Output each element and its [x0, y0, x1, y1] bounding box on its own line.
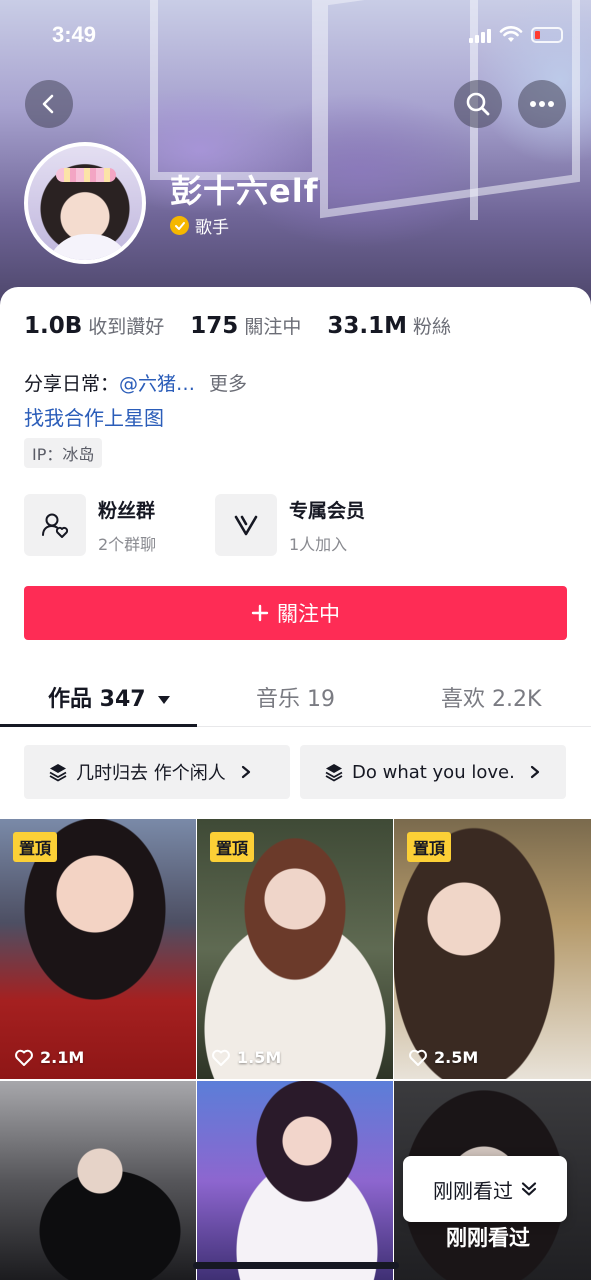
- verified-title-row: 歌手: [170, 213, 229, 238]
- search-button[interactable]: [454, 80, 502, 128]
- tab-likes[interactable]: 喜欢 2.2K: [441, 681, 541, 713]
- heart-outline-icon: [15, 1049, 33, 1066]
- fan-group-icon: [24, 494, 86, 556]
- plus-icon: [251, 604, 269, 622]
- following-count[interactable]: 175: [190, 313, 238, 339]
- pinned-badge: 置頂: [13, 832, 58, 862]
- collection-chip[interactable]: Do what you love.: [300, 745, 566, 799]
- profile-bio: 分享日常：@六猪… 更多: [24, 369, 247, 396]
- video-thumbnail[interactable]: 置頂 2.5M: [394, 819, 591, 1079]
- tab-music[interactable]: 音乐 19: [256, 681, 335, 713]
- video-thumbnail[interactable]: 置頂 1.5M: [197, 819, 393, 1079]
- avatar-flower-crown: [56, 168, 116, 182]
- recently-viewed-button[interactable]: 刚刚看过: [403, 1156, 567, 1222]
- likes-count[interactable]: 1.0B: [24, 313, 82, 339]
- avatar-dress: [46, 234, 132, 260]
- verified-badge-icon: [170, 216, 189, 235]
- wifi-icon: [499, 26, 523, 42]
- followers-count[interactable]: 33.1M: [327, 313, 407, 339]
- heart-outline-icon: [409, 1049, 427, 1066]
- search-icon: [466, 92, 490, 116]
- tab-works-label: 作品 347: [48, 687, 146, 712]
- follow-button-label: 關注中: [277, 602, 340, 626]
- cellular-signal-icon: [469, 27, 491, 43]
- tab-works[interactable]: 作品 347: [48, 681, 171, 713]
- fan-group-entry[interactable]: 粉丝群 2个群聊: [24, 494, 156, 556]
- ip-location-tag: IP：冰岛: [24, 438, 103, 468]
- home-indicator[interactable]: [193, 1262, 399, 1269]
- following-label[interactable]: 關注中: [244, 312, 301, 339]
- profile-card: 1.0B 收到讚好 175 關注中 33.1M 粉絲 分享日常：@六猪… 更多 找…: [0, 287, 591, 1280]
- chevron-right-icon: [241, 765, 250, 779]
- profile-name: 彭十六elf: [170, 172, 319, 210]
- heart-outline-icon: [212, 1049, 230, 1066]
- pinned-badge: 置頂: [407, 832, 452, 862]
- content-tabs: 作品 347 音乐 19 喜欢 2.2K: [0, 675, 591, 727]
- video-thumbnail[interactable]: 置頂 2.1M: [0, 819, 196, 1079]
- status-time: 3:49: [52, 22, 97, 47]
- bio-mention-link[interactable]: @六猪…: [119, 373, 195, 395]
- fan-group-title: 粉丝群: [98, 499, 156, 522]
- bio-text: 分享日常：: [24, 373, 120, 395]
- collection-chip[interactable]: 几时归去 作个闲人: [24, 745, 290, 799]
- active-tab-indicator: [0, 724, 197, 727]
- video-likes: 2.5M: [408, 1048, 478, 1067]
- more-options-button[interactable]: [518, 80, 566, 128]
- business-collab-link[interactable]: 找我合作上星图: [24, 402, 164, 431]
- profile-stats: 1.0B 收到讚好 175 關注中 33.1M 粉絲: [24, 312, 477, 339]
- collection-label: Do what you love.: [352, 761, 515, 783]
- bio-more-link[interactable]: 更多: [209, 373, 247, 395]
- video-likes-count: 1.5M: [237, 1048, 282, 1067]
- recently-viewed-overlay: 刚刚看过: [446, 1226, 530, 1250]
- membership-entry[interactable]: 专属会员 1人加入: [215, 494, 365, 556]
- membership-subtitle: 1人加入: [289, 534, 348, 554]
- video-likes-count: 2.5M: [434, 1048, 479, 1067]
- collections-row: 几时归去 作个闲人 Do what you love.: [24, 745, 566, 799]
- status-bar: 3:49: [0, 0, 591, 76]
- likes-label[interactable]: 收到讚好: [88, 312, 164, 339]
- ellipsis-icon: [530, 101, 554, 107]
- fan-group-subtitle: 2个群聊: [98, 534, 157, 554]
- layers-icon: [325, 764, 343, 782]
- caret-down-icon: [158, 696, 171, 704]
- membership-v-icon: [215, 494, 277, 556]
- back-button[interactable]: [25, 80, 73, 128]
- video-thumbnail[interactable]: [197, 1081, 393, 1280]
- status-icons: [469, 26, 563, 44]
- video-likes: 1.5M: [211, 1048, 281, 1067]
- layers-icon: [49, 764, 67, 782]
- video-likes-count: 2.1M: [40, 1048, 85, 1067]
- verified-title: 歌手: [195, 218, 229, 238]
- double-chevron-down-icon: [521, 1182, 537, 1196]
- recently-viewed-label: 刚刚看过: [433, 1178, 513, 1203]
- profile-avatar[interactable]: [24, 142, 146, 264]
- chevron-left-icon: [42, 94, 54, 114]
- collection-label: 几时归去 作个闲人: [76, 763, 226, 784]
- followers-label[interactable]: 粉絲: [413, 312, 451, 339]
- video-thumbnail[interactable]: [0, 1081, 196, 1280]
- battery-icon: [531, 27, 563, 43]
- video-likes: 2.1M: [14, 1048, 84, 1067]
- follow-button[interactable]: 關注中: [24, 586, 567, 640]
- pinned-badge: 置頂: [210, 832, 255, 862]
- membership-title: 专属会员: [289, 499, 366, 522]
- chevron-right-icon: [530, 765, 539, 779]
